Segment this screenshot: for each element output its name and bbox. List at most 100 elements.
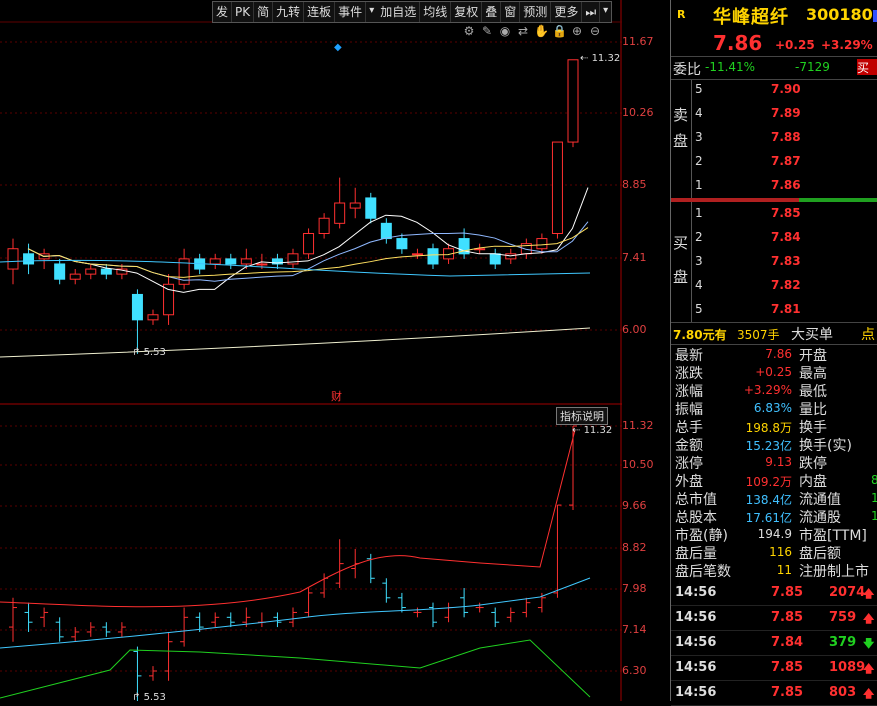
candle-body [396,238,408,250]
arrow-up-icon: 🡅 [863,612,875,625]
toolbar-item[interactable]: 九转 [273,2,305,22]
ask-level: 1 [695,178,703,192]
toolbar-item[interactable]: 简 [254,2,274,22]
toolbar-item[interactable]: 预测 [520,2,552,22]
toolbar-item[interactable]: 更多 [551,2,583,22]
stat-key-2: 市盈[TTM] [799,528,867,544]
bid-price[interactable]: 7.81 [771,302,801,316]
toolbar-item[interactable]: 连板 [304,2,336,22]
stat-key: 市盈(静) [675,528,728,544]
candle-body [23,253,35,265]
weibi-diff: -7129 [795,60,830,74]
price-row: 7.86 +0.25 +3.29% [671,30,877,57]
stats-row: 总市值 138.4亿 流通值 1 [671,489,877,508]
toolbar-item[interactable]: 加自选 [377,2,421,22]
sub-low-label: ↱ 5.53 [132,692,166,703]
toolbar-item[interactable]: PK [232,2,255,22]
stat-key: 涨停 [675,456,703,472]
main-axis-tick: 7.41 [622,251,647,264]
toolbar-item[interactable]: 发 [213,2,233,22]
trade-more[interactable]: 点 [861,324,875,344]
bid-price[interactable]: 7.84 [771,230,801,244]
toolbar-item[interactable]: 叠 [482,2,502,22]
toolbar-item[interactable]: 复权 [451,2,483,22]
bid-price[interactable]: 7.82 [771,278,801,292]
ask-price[interactable]: 7.89 [771,106,801,120]
kline-chart[interactable]: ◆ 发 PK 简九转 连板 事件 ▾ 加自选 均线 复权叠窗预测 更多 ⏭ ▾ ⚙ ✎ ◉ ⇄ ✋ 🔒 ⊕ ⊖ ⇠ … [0,0,622,703]
stat-value: 7.86 [765,347,792,361]
tick-price: 7.85 [771,585,804,600]
stock-code[interactable]: 300180 [806,5,873,24]
indicator-button[interactable]: 指标说明 [556,407,608,425]
bid-price[interactable]: 7.83 [771,254,801,268]
hand-icon[interactable]: ✋ [534,24,549,38]
stat-value: 198.8万 [745,421,792,435]
toolbar-item[interactable]: ▾ [600,2,611,22]
stat-value: 6.83% [753,401,792,415]
tick-price: 7.85 [771,685,804,700]
quote-panel: R 华峰超纤 300180 7.86 +0.25 +3.29% 委比 -11.4… [670,0,877,706]
stat-key-2: 最低 [799,384,827,400]
buy-button[interactable]: 买 [857,59,877,75]
toolbar-item[interactable]: ⏭ [582,2,601,22]
upper-band [0,429,576,608]
bid-price[interactable]: 7.85 [771,206,801,220]
toolbar-item[interactable]: 窗 [501,2,521,22]
tick-row: 14:56 7.85 759 🡅 [671,606,877,631]
toolbar-item[interactable]: 均线 [420,2,452,22]
ask-price[interactable]: 7.90 [771,82,801,96]
bid-level: 3 [695,254,703,268]
ask-price[interactable]: 7.86 [771,178,801,192]
stat-key: 外盘 [675,474,703,490]
kline-svg[interactable]: ◆ [0,0,622,701]
candle-body [365,197,377,219]
stats-row: 涨跌 +0.25 最高 [671,363,877,382]
stat-value-2: 1 [871,491,877,505]
r-flag: R [677,8,686,21]
zoom-out-icon[interactable]: ⊖ [588,24,602,38]
candle-body [567,59,579,143]
tick-time: 14:56 [675,635,717,650]
zoom-in-icon[interactable]: ⊕ [570,24,584,38]
sub-axis-tick: 10.50 [622,458,654,471]
arrow-up-icon: 🡅 [863,687,875,700]
stat-key: 总股本 [675,510,717,526]
sub-axis-tick: 6.30 [622,664,647,677]
stats-row: 外盘 109.2万 内盘 8 [671,471,877,490]
stock-name[interactable]: 华峰超纤 [713,3,789,29]
ask-book: 卖 盘 5 7.90 4 7.89 3 7.88 2 7.87 1 7.86 [671,80,877,198]
stat-key: 振幅 [675,402,703,418]
stat-key: 涨跌 [675,366,703,382]
toolbar-item[interactable]: 事件 [335,2,367,22]
main-axis-tick: 10.26 [622,106,654,119]
stats-row: 涨停 9.13 跌停 [671,453,877,472]
arrows-icon[interactable]: ⇄ [516,24,530,38]
stat-key: 总市值 [675,492,717,508]
scroll-indicator[interactable] [873,10,877,22]
weibi-label: 委比 [673,62,701,78]
candle-body [256,263,268,266]
pencil-icon[interactable]: ✎ [480,24,494,38]
candle-body [334,202,346,224]
eye-icon[interactable]: ◉ [498,24,512,38]
bid-label-bottom: 盘 [673,268,689,286]
stats-row: 总手 198.8万 换手 [671,417,877,436]
ask-price[interactable]: 7.87 [771,154,801,168]
lock-icon[interactable]: 🔒 [552,24,567,38]
big-trade-row: 7.80元有 3507手 大买单 点 [671,322,877,345]
book-divider [691,202,692,322]
candle-body [349,202,361,209]
sub-axis-tick: 7.98 [622,582,647,595]
stat-key-2: 换手 [799,420,827,436]
settings-icon[interactable]: ⚙ [462,24,476,38]
toolbar-item[interactable]: ▾ [366,2,377,22]
tick-time: 14:56 [675,585,717,600]
stat-value: 194.9 [757,527,792,541]
ask-price[interactable]: 7.88 [771,130,801,144]
stat-key-2: 换手(实) [799,438,852,454]
stat-key-2: 最高 [799,366,827,382]
stat-key: 总手 [675,420,703,436]
price-pct: +3.29% [821,38,873,52]
tick-volume: 803 [829,685,857,700]
stat-key: 涨幅 [675,384,703,400]
